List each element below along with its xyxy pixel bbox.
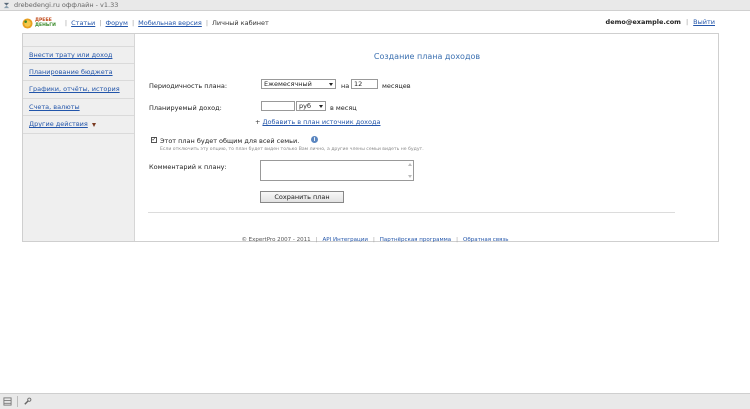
months-label: месяцев <box>382 82 411 90</box>
nav-articles-link[interactable]: Статьи <box>71 19 95 27</box>
sidebar-item-reports[interactable]: Графики, отчёты, история <box>23 81 134 99</box>
footer-partner-link[interactable]: Партнёрская программа <box>380 237 451 243</box>
currency-select-value: руб <box>299 102 311 110</box>
chevron-down-icon <box>327 80 335 88</box>
statusbar-separator <box>17 396 18 407</box>
window-statusbar <box>0 393 750 409</box>
on-label: на <box>341 82 350 90</box>
sidebar-item-other-label: Другие действия <box>29 119 88 128</box>
coin-logo-icon <box>22 17 33 29</box>
nav-forum-link[interactable]: Форум <box>105 19 127 27</box>
shared-plan-label: Этот план будет общим для всей семьи. <box>160 137 300 145</box>
main-panel: Внести трату или доход Планирование бюдж… <box>22 33 719 242</box>
footer-feedback-link[interactable]: Обратная связь <box>463 237 509 243</box>
top-nav: | Статьи | Форум | Мобильная версия | Ли… <box>64 19 269 27</box>
database-icon[interactable] <box>3 397 12 406</box>
window-titlebar: drebedengi.ru оффлайн - v1.33 <box>0 0 750 11</box>
sidebar-item-budget-planning[interactable]: Планирование бюджета <box>23 64 134 82</box>
site-footer: © ExpertPro 2007 - 2011 | API Интеграции… <box>241 237 509 243</box>
copyright: © ExpertPro 2007 - 2011 <box>241 237 311 243</box>
months-input[interactable]: 12 <box>351 79 378 89</box>
add-income-source: + Добавить в план источник дохода <box>255 118 380 126</box>
form-divider <box>148 212 675 213</box>
nav-cabinet-current: Личный кабинет <box>212 19 269 27</box>
form-area: Создание плана доходов Периодичность пла… <box>136 34 718 241</box>
sidebar-item-accounts[interactable]: Счета, валюты <box>23 99 134 117</box>
page-content: ДРЕБЕ ДЕНЬГИ | Статьи | Форум | Мобильна… <box>0 11 750 393</box>
income-amount-input[interactable] <box>261 101 295 111</box>
user-area: demo@example.com | Выйти <box>605 18 715 26</box>
plus-icon: + <box>255 118 261 126</box>
sidebar-item-other-actions[interactable]: Другие действия <box>23 116 134 134</box>
sidebar: Внести трату или доход Планирование бюдж… <box>23 34 135 241</box>
info-icon[interactable]: i <box>311 136 318 143</box>
shared-plan-checkbox[interactable]: ✓ <box>151 137 157 143</box>
period-select-value: Ежемесячный <box>264 80 312 88</box>
wrench-icon[interactable] <box>23 397 32 406</box>
comment-label: Комментарий к плану: <box>149 163 227 171</box>
chevron-down-icon <box>317 102 325 110</box>
comment-textarea[interactable] <box>260 160 414 181</box>
scroll-down-arrow-icon <box>408 175 412 178</box>
add-income-source-link[interactable]: Добавить в план источник дохода <box>262 118 380 126</box>
logo-text: ДРЕБЕ ДЕНЬГИ <box>35 18 56 28</box>
period-select[interactable]: Ежемесячный <box>261 79 336 89</box>
footer-api-link[interactable]: API Интеграции <box>323 237 368 243</box>
dropdown-triangle-icon <box>91 122 96 127</box>
save-plan-button[interactable]: Сохранить план <box>260 191 344 203</box>
sidebar-item-add-transaction[interactable]: Внести трату или доход <box>23 46 134 64</box>
app-icon <box>3 2 10 8</box>
income-label: Планируемый доход: <box>149 104 222 112</box>
logout-link[interactable]: Выйти <box>693 18 715 26</box>
window-title: drebedengi.ru оффлайн - v1.33 <box>14 1 119 9</box>
nav-mobile-link[interactable]: Мобильная версия <box>138 19 202 27</box>
shared-plan-hint: Если отключить эту опцию, то план будет … <box>160 147 424 152</box>
site-logo[interactable]: ДРЕБЕ ДЕНЬГИ <box>22 17 56 29</box>
site-header: ДРЕБЕ ДЕНЬГИ | Статьи | Форум | Мобильна… <box>22 15 719 31</box>
currency-select[interactable]: руб <box>296 101 326 111</box>
scroll-up-arrow-icon <box>408 163 412 166</box>
period-label: Периодичность плана: <box>149 82 228 90</box>
per-month-label: в месяц <box>330 104 357 112</box>
page-title: Создание плана доходов <box>373 52 481 61</box>
user-email: demo@example.com <box>605 18 681 26</box>
